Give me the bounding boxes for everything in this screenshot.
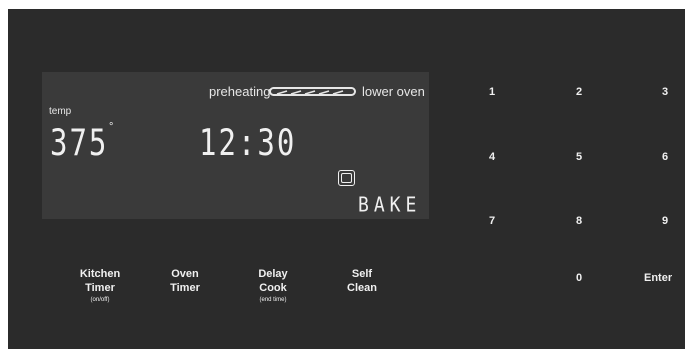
keypad-1-button[interactable]: 1 xyxy=(489,86,495,98)
kitchen-timer-sub: (on/off) xyxy=(90,297,110,303)
keypad-8-button[interactable]: 8 xyxy=(576,215,582,227)
oven-icon xyxy=(338,170,355,186)
lcd-display: preheating lower oven temp 375 ° 12:30 B… xyxy=(42,72,429,219)
self-clean-button[interactable]: Self Clean xyxy=(340,267,384,295)
self-clean-line2: Clean xyxy=(347,282,377,294)
delay-cook-button[interactable]: Delay Cook (end time) xyxy=(249,267,297,305)
self-clean-line1: Self xyxy=(351,268,373,280)
oven-timer-button[interactable]: Oven Timer xyxy=(162,267,208,295)
enter-button[interactable]: Enter xyxy=(644,272,672,284)
oven-timer-line2: Timer xyxy=(170,282,200,294)
clock-readout: 12:30 xyxy=(199,121,297,164)
keypad-9-button[interactable]: 9 xyxy=(662,215,668,227)
temperature-readout: 375 xyxy=(50,121,109,164)
keypad-2-button[interactable]: 2 xyxy=(576,86,582,98)
oven-timer-line1: Oven xyxy=(171,268,199,280)
keypad-3-button[interactable]: 3 xyxy=(662,86,668,98)
degree-symbol: ° xyxy=(109,121,114,133)
kitchen-timer-line1: Kitchen xyxy=(79,268,121,280)
keypad-4-button[interactable]: 4 xyxy=(489,151,495,163)
keypad-0-button[interactable]: 0 xyxy=(576,272,582,284)
keypad-6-button[interactable]: 6 xyxy=(662,151,668,163)
oven-label: lower oven xyxy=(362,84,425,99)
preheating-label: preheating xyxy=(209,84,271,99)
delay-cook-sub: (end time) xyxy=(259,297,287,303)
delay-cook-line1: Delay xyxy=(258,268,288,280)
keypad-7-button[interactable]: 7 xyxy=(489,215,495,227)
delay-cook-line2: Cook xyxy=(259,282,287,294)
temp-label: temp xyxy=(49,106,72,117)
preheat-progress-bar xyxy=(269,87,356,96)
cook-mode-readout: BAKE xyxy=(358,193,422,218)
preheat-progress-segments xyxy=(276,90,344,95)
kitchen-timer-line2: Timer xyxy=(85,282,115,294)
control-panel: preheating lower oven temp 375 ° 12:30 B… xyxy=(8,9,685,349)
keypad-5-button[interactable]: 5 xyxy=(576,151,582,163)
kitchen-timer-button[interactable]: Kitchen Timer (on/off) xyxy=(74,267,126,305)
